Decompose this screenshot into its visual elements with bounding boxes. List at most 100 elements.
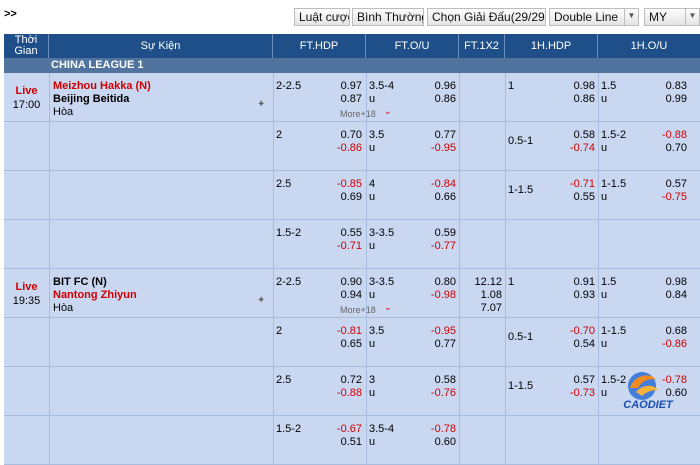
rules-button[interactable]: Luật cược bbox=[294, 8, 350, 26]
x12-odd[interactable]: 1.08 bbox=[462, 289, 502, 301]
ft-hdp-away-odd[interactable]: 0.65 bbox=[324, 338, 362, 350]
select-league-button[interactable]: Chọn Giải Đấu(29/29) bbox=[427, 8, 546, 26]
h1-ou-under-label: u bbox=[601, 387, 608, 399]
h1-ou-over-odd[interactable]: 0.98 bbox=[649, 276, 687, 288]
h1-ou-over-odd[interactable]: 0.57 bbox=[649, 178, 687, 190]
line-mode-select[interactable]: Double Line ▼ bbox=[549, 8, 639, 26]
h1-hdp-away-odd[interactable]: 0.55 bbox=[557, 191, 595, 203]
x12-odd[interactable]: 12.12 bbox=[462, 276, 502, 288]
favorite-star-icon[interactable]: ✦ bbox=[257, 295, 265, 306]
ft-ou-under-odd[interactable]: -0.95 bbox=[418, 142, 456, 154]
h1-ou-under-odd[interactable]: 0.84 bbox=[649, 289, 687, 301]
ft-hdp-home-odd[interactable]: 0.90 bbox=[324, 276, 362, 288]
h1-ou-line: 1.5-2 bbox=[601, 129, 627, 141]
caodiet-logo-icon: CAODIET bbox=[623, 372, 674, 411]
ft-ou-under-odd[interactable]: 0.60 bbox=[418, 436, 456, 448]
logo-text: CAODIET bbox=[623, 399, 674, 411]
h1-ou-under-odd[interactable]: 0.99 bbox=[649, 93, 687, 105]
ft-hdp-line: 2.5 bbox=[276, 178, 292, 190]
column-divider bbox=[273, 269, 274, 465]
x12-odd[interactable]: 7.07 bbox=[462, 302, 502, 314]
odds-view-button[interactable]: Bình Thường bbox=[352, 8, 424, 26]
ft-hdp-away-odd[interactable]: 0.87 bbox=[324, 93, 362, 105]
column-divider bbox=[49, 73, 50, 269]
h1-hdp-home-odd[interactable]: 0.98 bbox=[557, 80, 595, 92]
ft-hdp-home-odd[interactable]: 0.97 bbox=[324, 80, 362, 92]
h1-hdp-home-odd[interactable]: -0.70 bbox=[557, 325, 595, 337]
h1-hdp-away-odd[interactable]: 0.86 bbox=[557, 93, 595, 105]
ft-hdp-away-odd[interactable]: 0.69 bbox=[324, 191, 362, 203]
ft-hdp-away-odd[interactable]: 0.51 bbox=[324, 436, 362, 448]
h1-ou-over-odd[interactable]: 0.83 bbox=[649, 80, 687, 92]
ft-hdp-home-odd[interactable]: -0.85 bbox=[324, 178, 362, 190]
h1-ou-under-odd[interactable]: -0.75 bbox=[649, 191, 687, 203]
ft-ou-over-odd[interactable]: -0.95 bbox=[418, 325, 456, 337]
ft-ou-over-odd[interactable]: 0.96 bbox=[418, 80, 456, 92]
ft-ou-line: 3.5-4 bbox=[369, 80, 395, 92]
h1-hdp-away-odd[interactable]: 0.93 bbox=[557, 289, 595, 301]
ft-hdp-line: 2-2.5 bbox=[276, 276, 302, 288]
h1-ou-under-odd[interactable]: -0.86 bbox=[649, 338, 687, 350]
ft-hdp-home-odd[interactable]: -0.81 bbox=[324, 325, 362, 337]
favorite-star-icon[interactable]: ✦ bbox=[257, 99, 265, 110]
column-divider bbox=[598, 269, 599, 465]
ft-ou-over-odd[interactable]: 0.80 bbox=[418, 276, 456, 288]
ft-hdp-away-odd[interactable]: -0.86 bbox=[324, 142, 362, 154]
column-divider bbox=[459, 269, 460, 465]
h1-hdp-away-odd[interactable]: -0.74 bbox=[557, 142, 595, 154]
live-badge: Live bbox=[15, 85, 38, 97]
h1-ou-over-odd[interactable]: 0.68 bbox=[649, 325, 687, 337]
ft-ou-under-label: u bbox=[369, 289, 376, 301]
ft-ou-under-odd[interactable]: 0.77 bbox=[418, 338, 456, 350]
more-bets-link[interactable]: More+18 bbox=[340, 305, 376, 315]
ft-hdp-home-odd[interactable]: 0.55 bbox=[324, 227, 362, 239]
draw-label: Hòa bbox=[53, 302, 74, 314]
ft-ou-line: 4 bbox=[369, 178, 376, 190]
away-team: Beijing Beitida bbox=[53, 93, 130, 105]
column-divider bbox=[366, 269, 367, 465]
column-divider bbox=[505, 73, 506, 269]
h1-hdp-home-odd[interactable]: 0.91 bbox=[557, 276, 595, 288]
match-time: 17:00 bbox=[12, 99, 41, 111]
header-1h-hdp: 1H.HDP bbox=[505, 34, 598, 58]
ft-ou-under-odd[interactable]: -0.76 bbox=[418, 387, 456, 399]
odds-type-value: MY bbox=[649, 10, 667, 24]
ft-ou-over-odd[interactable]: 0.58 bbox=[418, 374, 456, 386]
h1-hdp-home-odd[interactable]: 0.57 bbox=[557, 374, 595, 386]
h1-ou-under-label: u bbox=[601, 191, 608, 203]
ft-ou-under-odd[interactable]: -0.98 bbox=[418, 289, 456, 301]
ft-hdp-away-odd[interactable]: -0.71 bbox=[324, 240, 362, 252]
collapse-icon[interactable]: >> bbox=[4, 8, 17, 20]
h1-hdp-away-odd[interactable]: 0.54 bbox=[557, 338, 595, 350]
league-row: CHINA LEAGUE 1 bbox=[4, 58, 700, 73]
line-mode-value: Double Line bbox=[554, 10, 619, 24]
h1-ou-over-odd[interactable]: -0.88 bbox=[649, 129, 687, 141]
ft-ou-over-odd[interactable]: -0.78 bbox=[418, 423, 456, 435]
ft-ou-under-odd[interactable]: -0.77 bbox=[418, 240, 456, 252]
ft-ou-under-odd[interactable]: 0.66 bbox=[418, 191, 456, 203]
ft-ou-over-odd[interactable]: -0.84 bbox=[418, 178, 456, 190]
header-ft-1x2: FT.1X2 bbox=[459, 34, 505, 58]
ft-ou-over-odd[interactable]: 0.59 bbox=[418, 227, 456, 239]
more-bets-link[interactable]: More+18 bbox=[340, 109, 376, 119]
chevron-down-icon[interactable]: ⌄ bbox=[384, 302, 392, 313]
ft-ou-over-odd[interactable]: 0.77 bbox=[418, 129, 456, 141]
h1-ou-line: 1.5 bbox=[601, 276, 617, 288]
h1-ou-line: 1-1.5 bbox=[601, 178, 627, 190]
ft-hdp-line: 2 bbox=[276, 129, 283, 141]
header-1h-ou: 1H.O/U bbox=[598, 34, 700, 58]
chevron-down-icon[interactable]: ⌄ bbox=[384, 106, 392, 117]
h1-ou-under-odd[interactable]: 0.70 bbox=[649, 142, 687, 154]
ft-hdp-away-odd[interactable]: 0.94 bbox=[324, 289, 362, 301]
ft-hdp-home-odd[interactable]: 0.72 bbox=[324, 374, 362, 386]
h1-hdp-home-odd[interactable]: -0.71 bbox=[557, 178, 595, 190]
ft-hdp-home-odd[interactable]: 0.70 bbox=[324, 129, 362, 141]
ft-ou-under-label: u bbox=[369, 240, 376, 252]
h1-hdp-away-odd[interactable]: -0.73 bbox=[557, 387, 595, 399]
ft-hdp-home-odd[interactable]: -0.67 bbox=[324, 423, 362, 435]
h1-hdp-home-odd[interactable]: 0.58 bbox=[557, 129, 595, 141]
odds-type-select[interactable]: MY ▼ bbox=[644, 8, 700, 26]
ft-hdp-away-odd[interactable]: -0.88 bbox=[324, 387, 362, 399]
ft-ou-under-odd[interactable]: 0.86 bbox=[418, 93, 456, 105]
ft-ou-under-label: u bbox=[369, 387, 376, 399]
